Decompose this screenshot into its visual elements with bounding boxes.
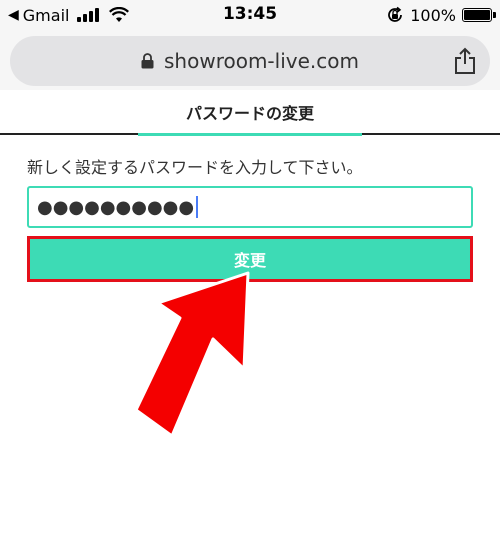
page: ◀ Gmail 13:45 100% showroom-live.com パスワ…	[0, 0, 500, 540]
annotation-arrow-icon	[134, 271, 250, 438]
